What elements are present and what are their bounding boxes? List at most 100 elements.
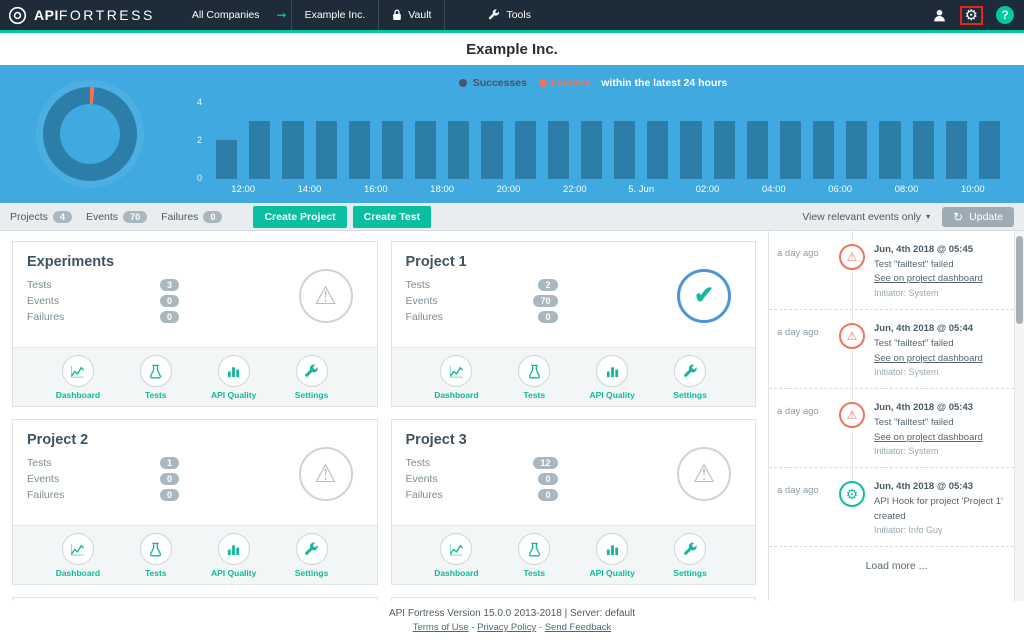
card-action-tests[interactable]: Tests (503, 533, 565, 578)
create-project-button[interactable]: Create Project (253, 206, 346, 228)
vault-label: Vault (408, 9, 431, 21)
bar (481, 121, 502, 180)
current-company[interactable]: Example Inc. (291, 0, 380, 30)
user-icon[interactable] (932, 8, 947, 23)
card-action-label: Dashboard (434, 568, 478, 578)
card-action-settings[interactable]: Settings (281, 533, 343, 578)
card-action-tests[interactable]: Tests (125, 533, 187, 578)
stat-value-badge: 0 (538, 473, 557, 485)
card-action-dashboard[interactable]: Dashboard (47, 355, 109, 400)
timeline-event: a day ago ⚠ Jun, 4th 2018 @ 05:43 Test "… (769, 389, 1024, 468)
gear-icon[interactable]: ⚙ (965, 8, 978, 23)
stat-projects[interactable]: Projects4 (10, 211, 72, 223)
event-link[interactable]: See on project dashboard (874, 352, 983, 367)
card-action-tests[interactable]: Tests (503, 355, 565, 400)
stat-name: Events (406, 473, 438, 485)
brand-rest: FORTRESS (59, 7, 155, 23)
stat-events[interactable]: Events70 (86, 211, 147, 223)
brand-logo[interactable]: APIFORTRESS (0, 6, 165, 25)
x-tick-label: 12:00 (210, 184, 276, 197)
bar (382, 121, 403, 180)
chevron-down-icon: ▾ (926, 212, 930, 221)
x-tick-label: 20:00 (475, 184, 541, 197)
scrollbar-thumb[interactable] (1016, 236, 1023, 324)
project-stat-row: Failures0 (406, 489, 558, 501)
card-action-settings[interactable]: Settings (659, 355, 721, 400)
event-link[interactable]: See on project dashboard (874, 431, 983, 446)
stat-name: Failures (27, 489, 64, 501)
event-date: Jun, 4th 2018 @ 05:44 (874, 322, 983, 337)
event-date: Jun, 4th 2018 @ 05:43 (874, 480, 1008, 495)
create-test-button[interactable]: Create Test (353, 206, 431, 228)
warning-icon: ⚠ (693, 462, 715, 487)
bar-chart-icon (596, 355, 628, 387)
x-tick-label: 06:00 (807, 184, 873, 197)
event-initiator: Initiator: System (874, 366, 983, 380)
stat-count-badge: 0 (203, 211, 222, 223)
card-action-api-quality[interactable]: API Quality (581, 355, 643, 400)
card-action-api-quality[interactable]: API Quality (581, 533, 643, 578)
event-initiator: Initiator: Info Guy (874, 524, 1008, 538)
tools-button[interactable]: Tools (475, 0, 544, 30)
toolbar-right: View relevant events only ▾ ↻ Update (802, 207, 1014, 227)
bar (846, 121, 867, 180)
update-button[interactable]: ↻ Update (942, 207, 1014, 227)
event-icon: ⚠ (839, 244, 865, 270)
stat-value-badge: 0 (160, 295, 179, 307)
x-tick-label: 02:00 (674, 184, 740, 197)
update-label: Update (969, 211, 1003, 223)
load-more-button[interactable]: Load more ... (769, 547, 1024, 585)
card-action-api-quality[interactable]: API Quality (203, 355, 265, 400)
card-action-tests[interactable]: Tests (125, 355, 187, 400)
project-stat-row: Events 0 (406, 473, 558, 485)
card-action-dashboard[interactable]: Dashboard (425, 355, 487, 400)
bar (249, 121, 270, 180)
stat-count-badge: 70 (123, 211, 147, 223)
footer-link[interactable]: Privacy Policy (477, 622, 536, 633)
bar-chart-icon (218, 355, 250, 387)
card-actions: Dashboard Tests API Quality Settings (13, 525, 377, 584)
card-action-dashboard[interactable]: Dashboard (47, 533, 109, 578)
status-icon: ⚠ (299, 269, 353, 323)
card-action-label: Settings (295, 390, 329, 400)
help-button[interactable]: ? (996, 6, 1014, 24)
bar (780, 121, 801, 180)
summary-panel: Successes Failures within the latest 24 … (0, 65, 1024, 203)
events-filter-dropdown[interactable]: View relevant events only ▾ (802, 211, 930, 223)
beaker-icon (140, 533, 172, 565)
vault-button[interactable]: Vault (379, 0, 445, 30)
project-stat-row: Tests12 (406, 457, 558, 469)
arrow-right-icon: ➞ (273, 8, 291, 22)
stat-failures[interactable]: Failures0 (161, 211, 222, 223)
bar (879, 121, 900, 180)
event-ago: a day ago (777, 241, 839, 301)
card-actions: Dashboard Tests API Quality Settings (392, 347, 756, 406)
bar (515, 121, 536, 180)
x-tick-label: 5. Jun (608, 184, 674, 197)
status-icon: ⚠ (299, 447, 353, 501)
card-action-settings[interactable]: Settings (281, 355, 343, 400)
event-initiator: Initiator: System (874, 445, 983, 459)
bar-chart-icon (218, 533, 250, 565)
company-selector-all[interactable]: All Companies (179, 0, 273, 30)
footer-link[interactable]: Terms of Use (413, 622, 469, 633)
card-action-api-quality[interactable]: API Quality (203, 533, 265, 578)
bar (316, 121, 337, 180)
bar (647, 121, 668, 180)
stat-name: Failures (406, 311, 443, 323)
event-link[interactable]: See on project dashboard (874, 272, 983, 287)
gear-highlight-box: ⚙ (960, 6, 983, 25)
project-card-body: Tests2Events70Failures0 ✔ (392, 275, 756, 347)
card-action-dashboard[interactable]: Dashboard (425, 533, 487, 578)
y-tick-label: 0 (186, 173, 202, 183)
timeline-scrollbar[interactable] (1014, 231, 1024, 601)
project-stat-row: Tests1 (27, 457, 179, 469)
failures-dot-icon (539, 79, 547, 87)
line-chart-icon (440, 533, 472, 565)
footer-link[interactable]: Send Feedback (545, 622, 612, 633)
stat-value-badge: 2 (538, 279, 557, 291)
event-body: Jun, 4th 2018 @ 05:44 Test "failtest" fa… (874, 320, 983, 380)
card-action-settings[interactable]: Settings (659, 533, 721, 578)
gears-icon: ⚙ (846, 487, 859, 501)
project-card: Project 2 Tests1Events0Failures0 ⚠ Dashb… (12, 419, 378, 585)
